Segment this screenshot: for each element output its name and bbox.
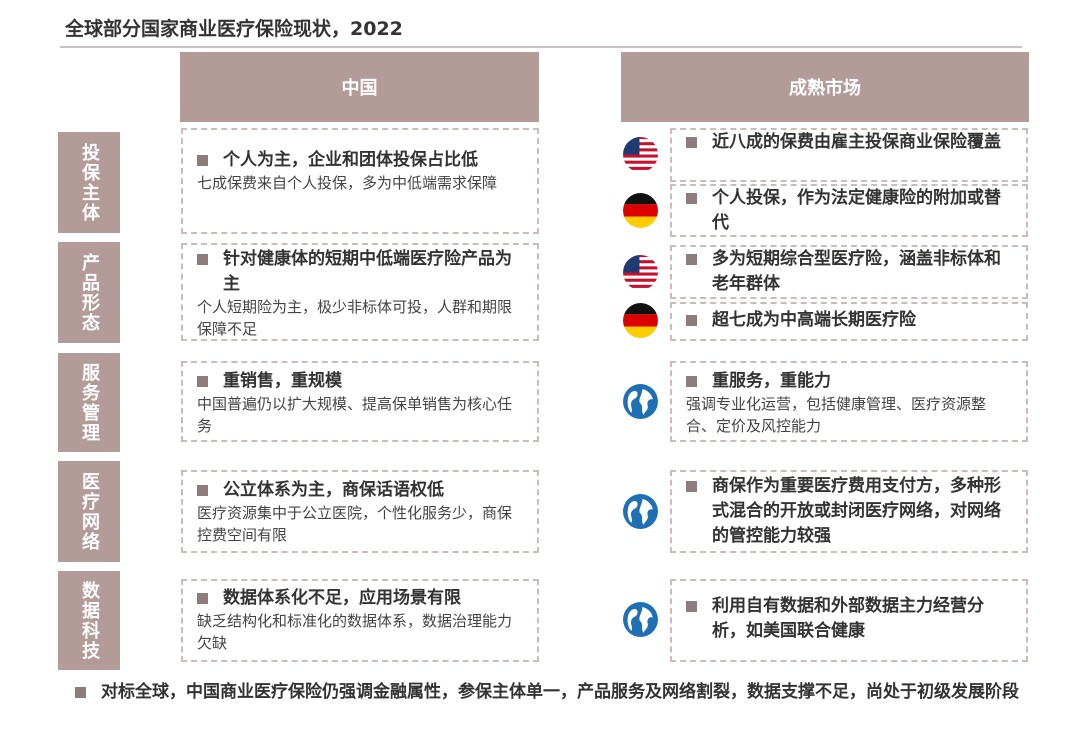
bullet-square-icon <box>197 593 208 604</box>
mature-cell-service-management: 重服务，重能力 强调专业化运营，包括健康管理、医疗资源整合、定价及风控能力 <box>670 361 1028 442</box>
column-header-mature-market: 成熟市场 <box>621 52 1029 122</box>
cell-heading: 重服务，重能力 <box>686 369 1014 394</box>
bullet-square-icon <box>686 376 697 387</box>
germany-flag-icon <box>623 303 658 338</box>
cell-heading: 针对健康体的短期中低端医疗险产品为主 <box>197 247 525 297</box>
bullet-square-icon <box>197 155 208 166</box>
mature-cell-short-term-products: 多为短期综合型医疗险，涵盖非标体和老年群体 <box>670 245 1028 299</box>
cell-heading: 超七成为中高端长期医疗险 <box>686 308 1014 333</box>
mature-cell-long-term-products: 超七成为中高端长期医疗险 <box>670 302 1028 341</box>
cell-description: 缺乏结构化和标准化的数据体系，数据治理能力欠缺 <box>197 612 513 652</box>
cell-description: 中国普遍仍以扩大规模、提高保单销售为核心任务 <box>197 395 513 435</box>
page-title: 全球部分国家商业医疗保险现状，2022 <box>65 18 403 40</box>
cell-heading: 利用自有数据和外部数据主力经营分析，如美国联合健康 <box>686 594 1014 644</box>
row-label-medical-network: 医疗网络 <box>58 461 120 562</box>
row-label-policyholder: 投保主体 <box>58 132 120 233</box>
bullet-square-icon <box>197 376 208 387</box>
globe-icon <box>623 494 658 529</box>
column-header-china: 中国 <box>180 52 539 122</box>
row-label-data-technology: 数据科技 <box>58 571 120 670</box>
bullet-square-icon <box>686 137 697 148</box>
cell-heading: 近八成的保费由雇主投保商业保险覆盖 <box>686 130 1014 155</box>
bullet-square-icon <box>686 601 697 612</box>
us-flag-icon <box>623 137 658 172</box>
cell-heading: 数据体系化不足，应用场景有限 <box>197 586 525 611</box>
us-flag-icon <box>623 255 658 290</box>
row-label-service-management: 服务管理 <box>58 353 120 452</box>
china-cell-service-management: 重销售，重规模 中国普遍仍以扩大规模、提高保单销售为核心任务 <box>181 361 539 442</box>
title-divider <box>60 46 1022 48</box>
mature-cell-employer-coverage: 近八成的保费由雇主投保商业保险覆盖 <box>670 128 1028 182</box>
china-cell-data-technology: 数据体系化不足，应用场景有限 缺乏结构化和标准化的数据体系，数据治理能力欠缺 <box>181 579 539 662</box>
row-label-product-form: 产品形态 <box>58 242 120 343</box>
cell-heading: 重销售，重规模 <box>197 369 525 394</box>
cell-description: 七成保费来自个人投保，多为中低端需求保障 <box>197 174 498 192</box>
globe-icon <box>623 384 658 419</box>
summary-footer: 对标全球，中国商业医疗保险仍强调金融属性，参保主体单一，产品服务及网络割裂，数据… <box>75 679 1025 706</box>
bullet-square-icon <box>197 485 208 496</box>
cell-heading: 个人投保，作为法定健康险的附加或替代 <box>686 186 1014 236</box>
bullet-square-icon <box>686 193 697 204</box>
globe-icon <box>623 602 658 637</box>
cell-heading: 个人为主，企业和团体投保占比低 <box>197 148 525 173</box>
cell-description: 个人短期险为主，极少非标体可投，人群和期限保障不足 <box>197 298 513 338</box>
cell-heading: 公立体系为主，商保话语权低 <box>197 478 525 503</box>
china-cell-product-form: 针对健康体的短期中低端医疗险产品为主 个人短期险为主，极少非标体可投，人群和期限… <box>181 243 539 341</box>
cell-description: 强调专业化运营，包括健康管理、医疗资源整合、定价及风控能力 <box>686 395 987 435</box>
bullet-square-icon <box>197 254 208 265</box>
mature-cell-medical-network: 商保作为重要医疗费用支付方，多种形式混合的开放或封闭医疗网络，对网络的管控能力较… <box>670 470 1028 553</box>
bullet-square-icon <box>686 481 697 492</box>
cell-heading: 多为短期综合型医疗险，涵盖非标体和老年群体 <box>686 247 1014 297</box>
germany-flag-icon <box>623 193 658 228</box>
mature-cell-data-technology: 利用自有数据和外部数据主力经营分析，如美国联合健康 <box>670 579 1028 662</box>
mature-cell-individual-coverage: 个人投保，作为法定健康险的附加或替代 <box>670 184 1028 237</box>
cell-heading: 商保作为重要医疗费用支付方，多种形式混合的开放或封闭医疗网络，对网络的管控能力较… <box>686 474 1014 549</box>
cell-description: 医疗资源集中于公立医院，个性化服务少，商保控费空间有限 <box>197 504 513 544</box>
bullet-square-icon <box>686 254 697 265</box>
china-cell-medical-network: 公立体系为主，商保话语权低 医疗资源集中于公立医院，个性化服务少，商保控费空间有… <box>181 470 539 553</box>
bullet-square-icon <box>686 315 697 326</box>
bullet-square-icon <box>75 687 86 698</box>
china-cell-policyholder: 个人为主，企业和团体投保占比低 七成保费来自个人投保，多为中低端需求保障 <box>181 128 539 234</box>
